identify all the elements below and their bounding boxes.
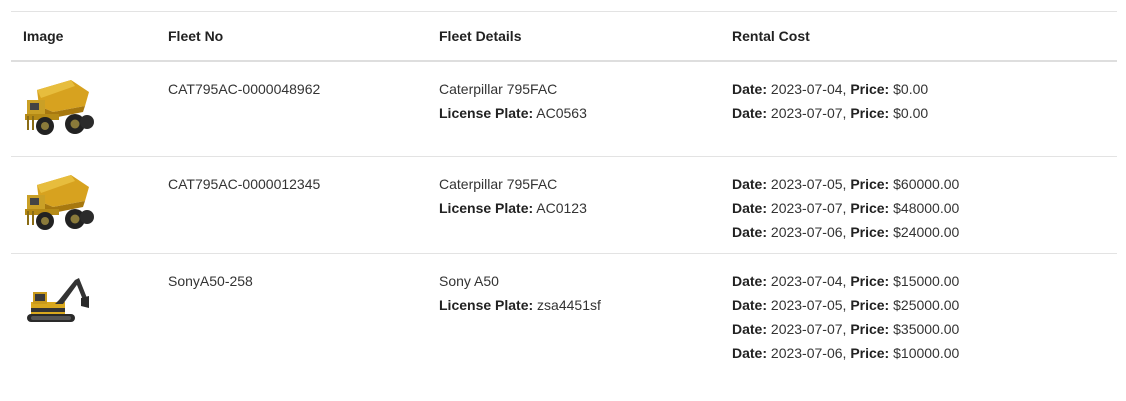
rental-entry: Date: 2023-07-05, Price: $25000.00 <box>732 293 1117 317</box>
license-plate-line: License Plate: AC0563 <box>439 101 720 125</box>
date-label: Date: <box>732 273 768 289</box>
rental-price: $48000.00 <box>893 200 960 216</box>
license-plate-value: AC0123 <box>536 200 587 216</box>
date-label: Date: <box>732 321 768 337</box>
date-label: Date: <box>732 345 768 361</box>
license-plate-line: License Plate: AC0123 <box>439 196 720 220</box>
excavator-icon <box>27 278 89 322</box>
price-label: Price: <box>850 105 890 121</box>
fleet-no-cell: CAT795AC-0000048962 <box>156 62 427 156</box>
fleet-model: Caterpillar 795FAC <box>439 176 558 192</box>
header-fleet-details: Fleet Details <box>439 28 522 44</box>
fleet-no: SonyA50-258 <box>168 273 253 289</box>
rental-entry: Date: 2023-07-07, Price: $48000.00 <box>732 196 1117 220</box>
fleet-image-cell <box>11 62 156 156</box>
date-label: Date: <box>732 224 768 240</box>
date-label: Date: <box>732 200 768 216</box>
rental-entry: Date: 2023-07-07, Price: $0.00 <box>732 101 1117 125</box>
rental-cost-cell: Date: 2023-07-04, Price: $15000.00 Date:… <box>720 254 1117 374</box>
rental-date: 2023-07-06, <box>770 345 847 361</box>
table-row: CAT795AC-0000012345 Caterpillar 795FAC L… <box>11 157 1117 254</box>
fleet-details-cell: Caterpillar 795FAC License Plate: AC0563 <box>427 62 720 156</box>
table-row: CAT795AC-0000048962 Caterpillar 795FAC L… <box>11 62 1117 157</box>
rental-date: 2023-07-04, <box>770 81 847 97</box>
price-label: Price: <box>850 297 890 313</box>
price-label: Price: <box>850 321 890 337</box>
rental-entry: Date: 2023-07-05, Price: $60000.00 <box>732 172 1117 196</box>
rental-entry: Date: 2023-07-06, Price: $24000.00 <box>732 220 1117 244</box>
rental-date: 2023-07-05, <box>770 176 847 192</box>
price-label: Price: <box>850 81 890 97</box>
rental-entry: Date: 2023-07-06, Price: $10000.00 <box>732 341 1117 365</box>
header-fleet-no: Fleet No <box>168 28 224 44</box>
fleet-details-cell: Sony A50 License Plate: zsa4451sf <box>427 254 720 374</box>
rental-date: 2023-07-07, <box>770 105 847 121</box>
rental-price: $35000.00 <box>893 321 960 337</box>
rental-date: 2023-07-07, <box>770 200 847 216</box>
rental-price: $60000.00 <box>893 176 960 192</box>
price-label: Price: <box>850 224 890 240</box>
fleet-no: CAT795AC-0000012345 <box>168 176 321 192</box>
fleet-details-cell: Caterpillar 795FAC License Plate: AC0123 <box>427 157 720 253</box>
fleet-no-cell: SonyA50-258 <box>156 254 427 374</box>
price-label: Price: <box>850 176 890 192</box>
date-label: Date: <box>732 81 768 97</box>
rental-entry: Date: 2023-07-04, Price: $0.00 <box>732 77 1117 101</box>
license-plate-label: License Plate: <box>439 105 534 121</box>
license-plate-line: License Plate: zsa4451sf <box>439 293 720 317</box>
price-label: Price: <box>850 273 890 289</box>
fleet-image-cell <box>11 254 156 374</box>
license-plate-value: AC0563 <box>536 105 587 121</box>
mining-dump-truck-icon <box>25 80 94 135</box>
license-plate-value: zsa4451sf <box>537 297 601 313</box>
price-label: Price: <box>850 345 890 361</box>
mining-dump-truck-icon <box>25 175 94 230</box>
rental-price: $15000.00 <box>893 273 960 289</box>
date-label: Date: <box>732 297 768 313</box>
rental-cost-cell: Date: 2023-07-04, Price: $0.00 Date: 202… <box>720 62 1117 156</box>
rental-date: 2023-07-07, <box>770 321 847 337</box>
date-label: Date: <box>732 176 768 192</box>
rental-date: 2023-07-04, <box>770 273 847 289</box>
license-plate-label: License Plate: <box>439 200 534 216</box>
rental-date: 2023-07-06, <box>770 224 847 240</box>
rental-price: $0.00 <box>893 105 929 121</box>
table-header-row: Image Fleet No Fleet Details Rental Cost <box>11 12 1117 62</box>
fleet-model: Caterpillar 795FAC <box>439 81 558 97</box>
header-rental-cost: Rental Cost <box>732 28 810 44</box>
fleet-image-cell <box>11 157 156 253</box>
fleet-no-cell: CAT795AC-0000012345 <box>156 157 427 253</box>
fleet-rental-table: Image Fleet No Fleet Details Rental Cost <box>11 11 1117 374</box>
fleet-model: Sony A50 <box>439 273 499 289</box>
price-label: Price: <box>850 200 890 216</box>
date-label: Date: <box>732 105 768 121</box>
rental-price: $24000.00 <box>893 224 960 240</box>
license-plate-label: License Plate: <box>439 297 534 313</box>
header-image: Image <box>23 28 64 44</box>
rental-cost-cell: Date: 2023-07-05, Price: $60000.00 Date:… <box>720 157 1117 253</box>
rental-entry: Date: 2023-07-04, Price: $15000.00 <box>732 269 1117 293</box>
rental-entry: Date: 2023-07-07, Price: $35000.00 <box>732 317 1117 341</box>
rental-price: $25000.00 <box>893 297 960 313</box>
fleet-no: CAT795AC-0000048962 <box>168 81 321 97</box>
rental-price: $0.00 <box>893 81 929 97</box>
rental-price: $10000.00 <box>893 345 960 361</box>
rental-date: 2023-07-05, <box>770 297 847 313</box>
table-row: SonyA50-258 Sony A50 License Plate: zsa4… <box>11 254 1117 374</box>
